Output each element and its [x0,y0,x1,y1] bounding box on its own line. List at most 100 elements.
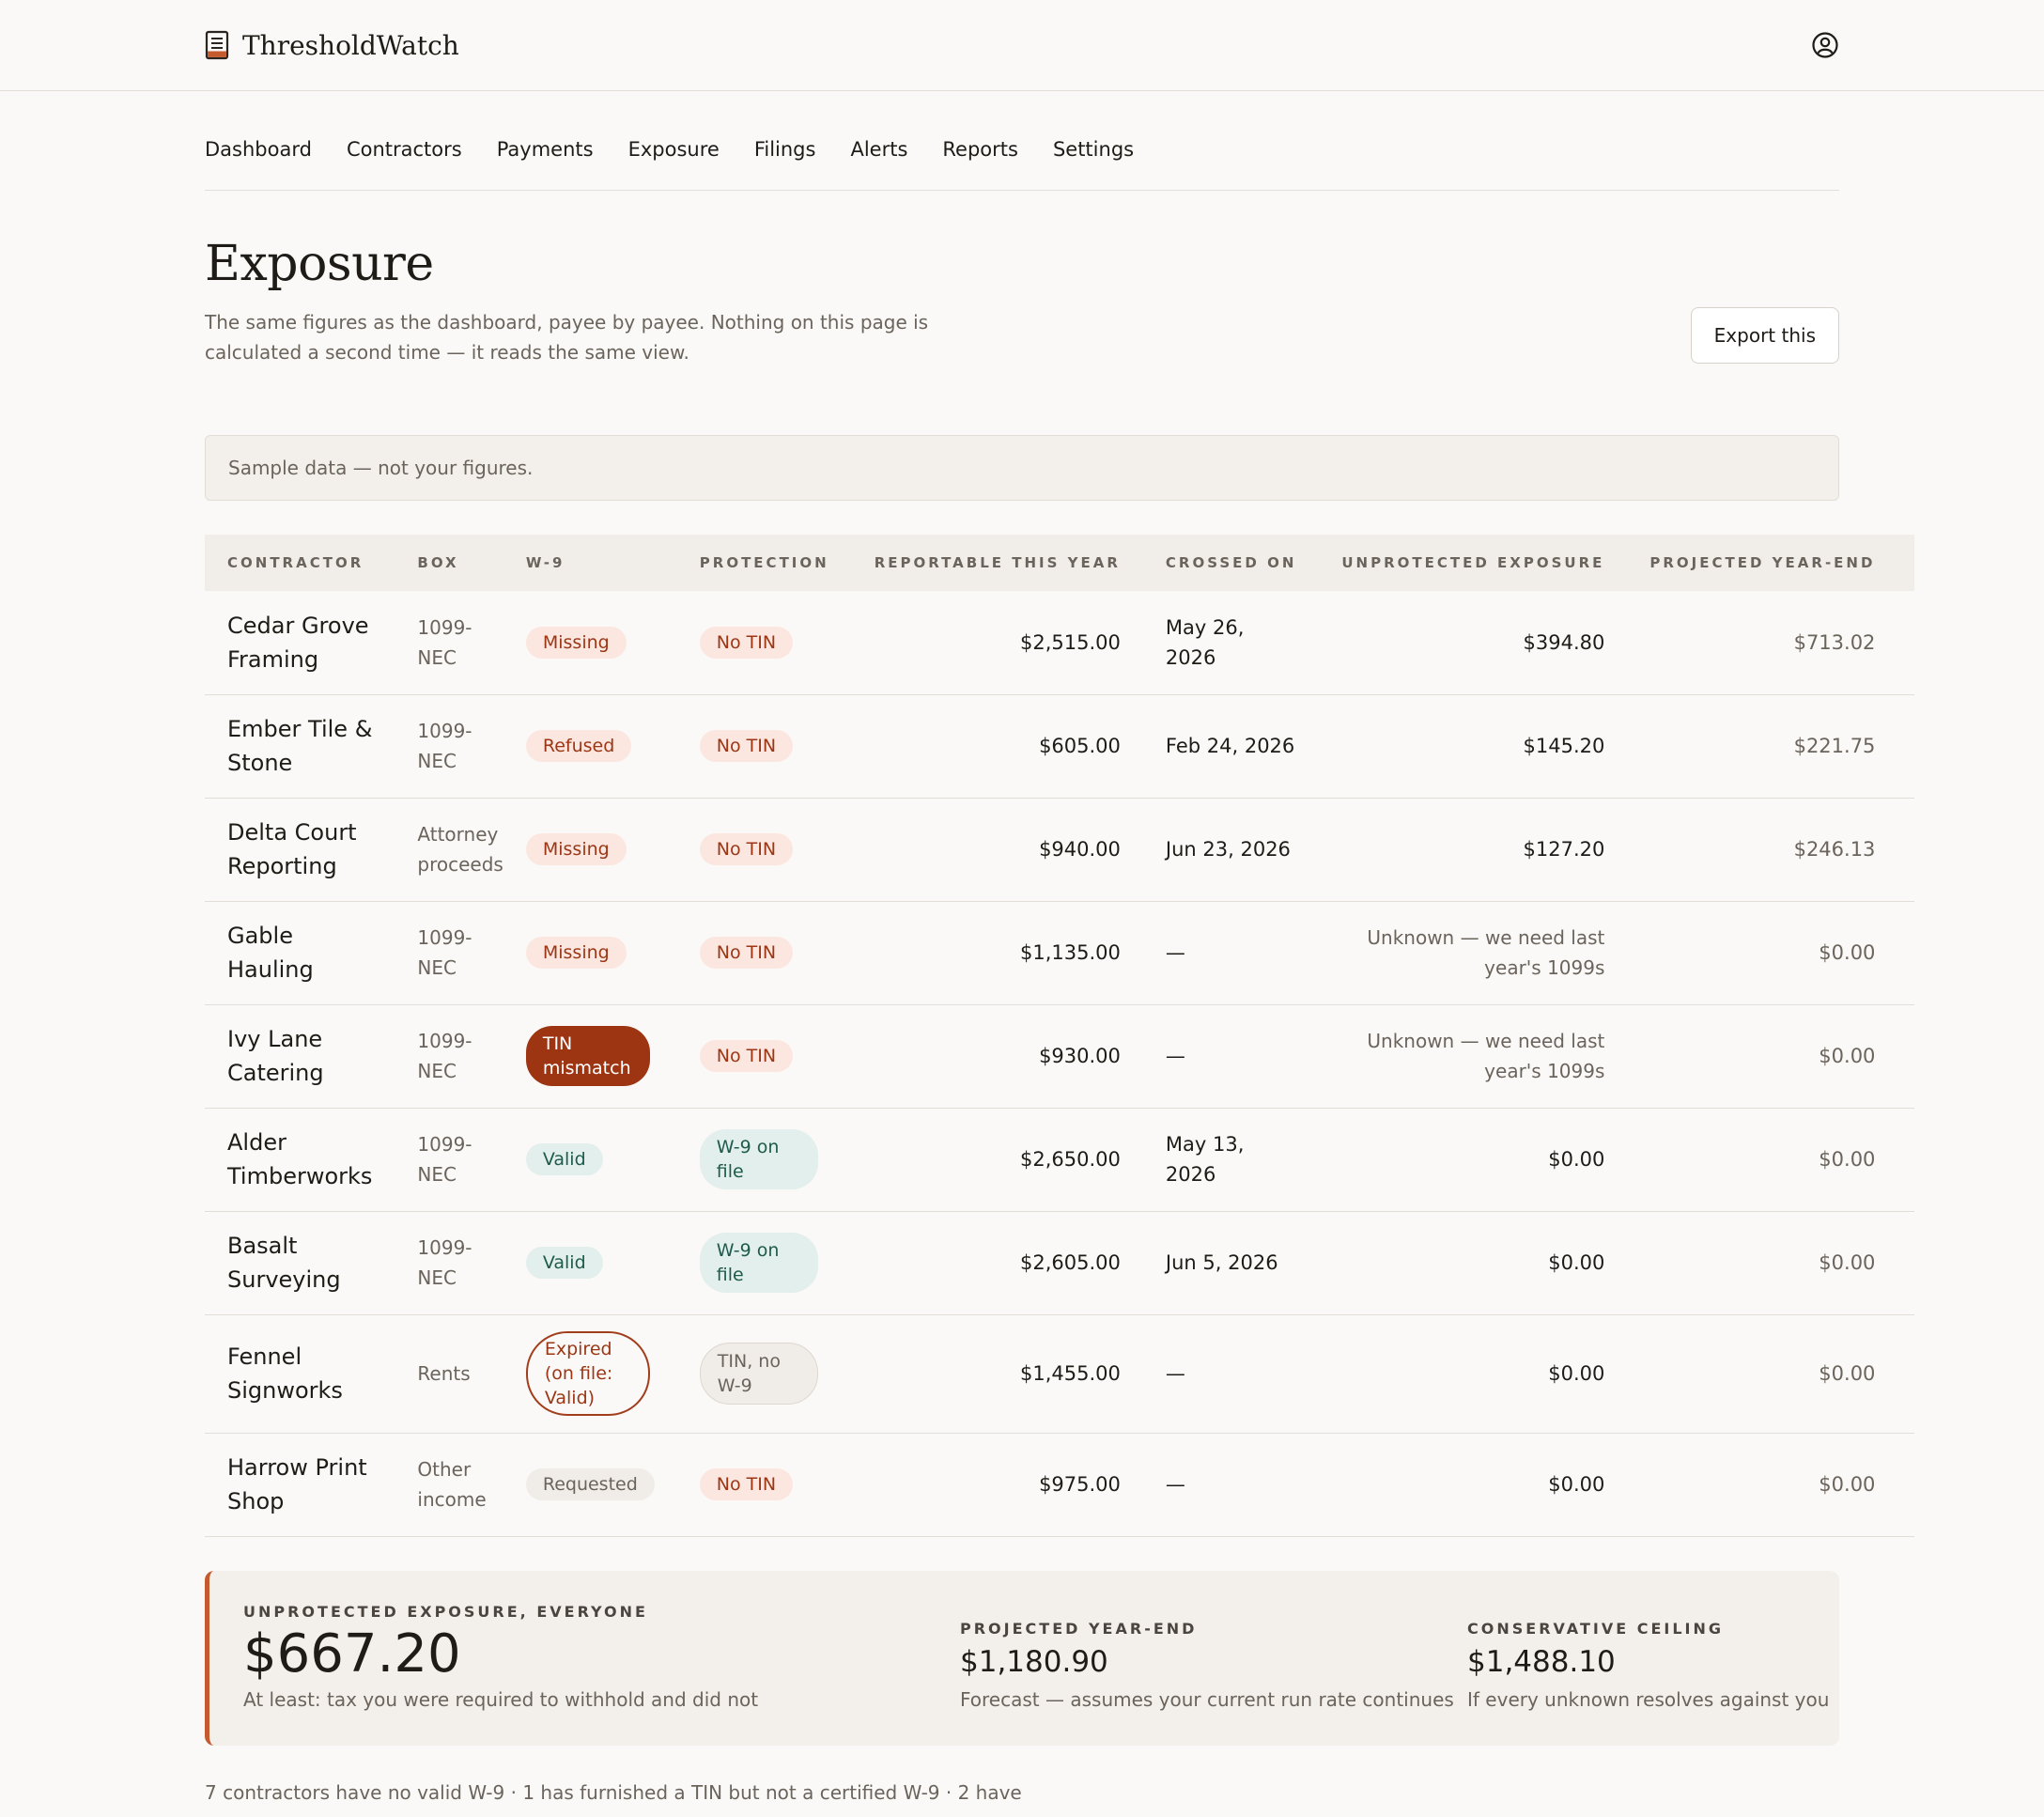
w9-status-badge: Valid [525,1143,603,1175]
w9-status-badge: Expired (on file: Valid) [525,1331,650,1416]
protection-badge: TIN, no W-9 [699,1343,818,1405]
col-reportable[interactable]: REPORTABLE THIS YEAR [852,535,1143,591]
summary-label: UNPROTECTED EXPOSURE, EVERYONE [243,1602,648,1621]
protection-badge: No TIN [699,937,794,969]
col-box[interactable]: BOX [395,535,503,591]
table-row[interactable]: Ember Tile & Stone 1099-NEC Refused No T… [205,694,1915,799]
projected-year-end: $0.00 [1627,1211,1915,1315]
nav-reports[interactable]: Reports [942,140,1018,190]
reportable-amount: $2,650.00 [851,1108,1143,1212]
table-row[interactable]: Harrow Print Shop Other income Requested… [205,1433,1915,1537]
contractor-name[interactable]: Alder Timberworks [205,1108,395,1212]
w9-status-badge: TIN mismatch [525,1026,650,1086]
summary-label: PROJECTED YEAR-END [960,1619,1198,1638]
contractor-name[interactable]: Gable Hauling [205,901,395,1005]
table-row[interactable]: Cedar Grove Framing 1099-NEC Missing No … [205,591,1915,695]
reportable-amount: $2,605.00 [851,1211,1143,1315]
box-type: 1099-NEC [395,901,503,1005]
reportable-amount: $2,515.00 [851,591,1143,695]
page-title: Exposure [205,236,434,292]
brand[interactable]: ThresholdWatch [205,30,459,61]
reportable-amount: $1,135.00 [851,901,1143,1005]
summary-value: $667.20 [243,1623,461,1685]
protection-badge: No TIN [699,833,794,865]
projected-year-end: $221.75 [1627,694,1915,799]
top-bar: ThresholdWatch [0,0,2044,91]
projected-year-end: $0.00 [1627,1004,1915,1109]
nav-exposure[interactable]: Exposure [628,140,720,190]
main-nav: Dashboard Contractors Payments Exposure … [205,91,1839,191]
protection-badge: W-9 on file [699,1233,818,1293]
unprotected-exposure: $0.00 [1319,1314,1628,1434]
crossed-on-date: — [1142,1314,1320,1434]
crossed-on-date: — [1142,1004,1320,1109]
summary-note: Forecast — assumes your current run rate… [960,1687,1454,1711]
col-projected-year-end[interactable]: PROJECTED YEAR-END [1627,535,1914,591]
w9-status-badge: Requested [525,1468,655,1500]
contractor-name[interactable]: Delta Court Reporting [205,798,395,902]
user-menu-button[interactable] [1811,31,1839,59]
reportable-amount: $975.00 [851,1433,1143,1537]
projected-year-end: $0.00 [1627,901,1915,1005]
col-protection[interactable]: PROTECTION [677,535,852,591]
summary-unprotected: UNPROTECTED EXPOSURE, EVERYONE $667.20 A… [243,1603,960,1711]
summary-label: CONSERVATIVE CEILING [1467,1619,1724,1638]
box-type: 1099-NEC [395,1108,503,1212]
col-unprotected-exposure[interactable]: UNPROTECTED EXPOSURE [1319,535,1627,591]
table-row[interactable]: Ivy Lane Catering 1099-NEC TIN mismatch … [205,1004,1915,1109]
w9-status-badge: Valid [525,1247,603,1279]
page-header: Exposure The same figures as the dashboa… [205,191,1839,367]
col-crossed-on[interactable]: CROSSED ON [1143,535,1319,591]
protection-badge: No TIN [699,1468,794,1500]
contractor-name[interactable]: Harrow Print Shop [205,1433,395,1537]
nav-alerts[interactable]: Alerts [850,140,907,190]
crossed-on-date: — [1142,901,1320,1005]
projected-year-end: $246.13 [1627,798,1915,902]
box-type: 1099-NEC [395,1004,503,1109]
projected-year-end: $0.00 [1627,1433,1915,1537]
table-row[interactable]: Basalt Surveying 1099-NEC Valid W-9 on f… [205,1211,1915,1315]
protection-badge: W-9 on file [699,1129,818,1189]
table-row[interactable]: Delta Court Reporting Attorney proceeds … [205,798,1915,902]
col-w9[interactable]: W-9 [503,535,677,591]
page-subtitle: The same figures as the dashboard, payee… [205,311,929,364]
nav-dashboard[interactable]: Dashboard [205,140,312,190]
unprotected-exposure: Unknown — we need last year's 1099s [1319,1004,1628,1109]
nav-payments[interactable]: Payments [497,140,594,190]
w9-status-badge: Missing [525,833,627,865]
w9-status-badge: Missing [525,626,627,659]
ledger-icon [205,30,229,60]
contractor-name[interactable]: Fennel Signworks [205,1314,395,1434]
nav-filings[interactable]: Filings [754,140,816,190]
col-contractor[interactable]: CONTRACTOR [205,535,395,591]
contractor-name[interactable]: Basalt Surveying [205,1211,395,1315]
box-type: 1099-NEC [395,694,503,799]
contractor-name[interactable]: Ivy Lane Catering [205,1004,395,1109]
export-button[interactable]: Export this [1690,307,1839,364]
exposure-table: CONTRACTOR BOX W-9 PROTECTION REPORTABLE… [205,535,1915,1537]
summary-note: If every unknown resolves against you [1467,1687,1830,1711]
contractor-name[interactable]: Cedar Grove Framing [205,591,395,695]
crossed-on-date: May 26, 2026 [1142,591,1320,695]
nav-settings[interactable]: Settings [1053,140,1134,190]
w9-status-badge: Missing [525,937,627,969]
crossed-on-date: — [1142,1433,1320,1537]
protection-badge: No TIN [699,730,794,762]
crossed-on-date: May 13, 2026 [1142,1108,1320,1212]
table-row[interactable]: Fennel Signworks Rents Expired (on file:… [205,1314,1915,1434]
crossed-on-date: Feb 24, 2026 [1142,694,1320,799]
projected-year-end: $713.02 [1627,591,1915,695]
unprotected-exposure: $0.00 [1319,1433,1628,1537]
projected-year-end: $0.00 [1627,1108,1915,1212]
box-type: 1099-NEC [395,1211,503,1315]
box-type: Rents [395,1314,503,1434]
table-row[interactable]: Gable Hauling 1099-NEC Missing No TIN $1… [205,901,1915,1005]
app-name: ThresholdWatch [242,29,459,61]
user-circle-icon [1811,31,1839,59]
nav-contractors[interactable]: Contractors [347,140,462,190]
box-type: Attorney proceeds [395,798,503,902]
summary-value: $1,488.10 [1467,1644,1616,1679]
table-row[interactable]: Alder Timberworks 1099-NEC Valid W-9 on … [205,1108,1915,1212]
contractor-name[interactable]: Ember Tile & Stone [205,694,395,799]
protection-badge: No TIN [699,1040,794,1072]
